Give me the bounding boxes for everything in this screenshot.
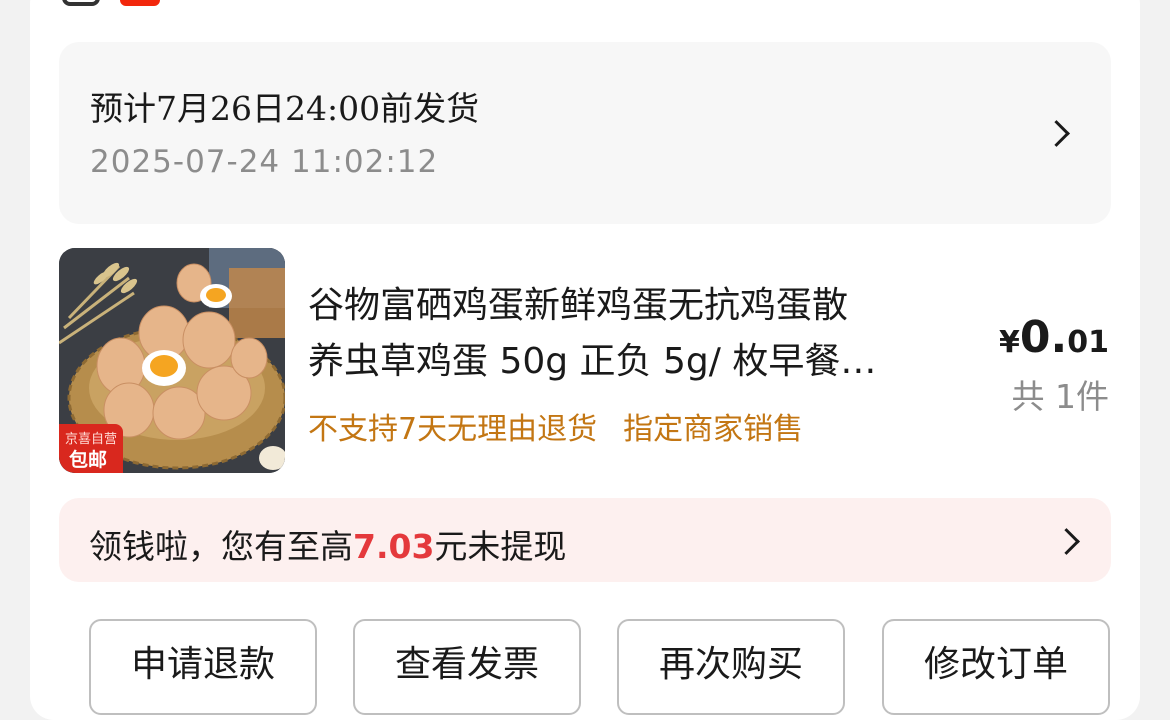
apply-refund-button[interactable]: 申请退款 — [89, 619, 317, 715]
price-integer: 0. — [1019, 312, 1068, 363]
store-header[interactable] — [60, 0, 1110, 10]
shipping-estimate: 预计7月26日24:00前发货 — [90, 89, 480, 128]
chevron-right-icon[interactable] — [1053, 528, 1080, 555]
cashback-text: 领钱啦，您有至高7.03元未提现 — [89, 520, 566, 568]
product-title[interactable]: 谷物富硒鸡蛋新鲜鸡蛋无抗鸡蛋散 养虫草鸡蛋 50g 正负 5g/ 枚早餐… — [308, 278, 958, 390]
product-title-line-2: 养虫草鸡蛋 50g 正负 5g/ 枚早餐… — [308, 341, 877, 382]
product-image[interactable]: 京喜自营 包邮 — [59, 248, 285, 473]
view-invoice-button[interactable]: 查看发票 — [353, 619, 581, 715]
designated-seller-tag: 指定商家销售 — [623, 412, 804, 447]
cashback-banner[interactable]: 领钱啦，您有至高7.03元未提现 — [59, 498, 1111, 582]
free-shipping-text: 包邮 — [69, 449, 108, 471]
self-operated-badge: 京喜自营 包邮 — [59, 424, 123, 473]
cashback-suffix: 元未提现 — [434, 527, 567, 566]
price-currency: ¥ — [999, 325, 1020, 360]
no-return-tag: 不支持7天无理由退货 — [308, 412, 598, 447]
product-tags: 不支持7天无理由退货 指定商家销售 — [308, 404, 803, 448]
cashback-amount: 7.03 — [353, 527, 435, 566]
product-title-line-1: 谷物富硒鸡蛋新鲜鸡蛋无抗鸡蛋散 — [308, 285, 849, 326]
product-price: ¥0.01 — [999, 312, 1109, 363]
order-timestamp: 2025-07-24 11:02:12 — [90, 144, 439, 180]
product-quantity: 共 1件 — [1011, 377, 1110, 416]
modify-order-button[interactable]: 修改订单 — [882, 619, 1110, 715]
chevron-right-icon[interactable] — [1043, 120, 1070, 147]
price-decimal: 01 — [1067, 325, 1109, 360]
buy-again-button[interactable]: 再次购买 — [617, 619, 845, 715]
shipping-info[interactable]: 预计7月26日24:00前发货 2025-07-24 11:02:12 — [59, 42, 1111, 224]
cashback-prefix: 领钱啦，您有至高 — [89, 527, 353, 566]
store-icon — [62, 0, 100, 6]
store-logo-badge — [120, 0, 160, 6]
